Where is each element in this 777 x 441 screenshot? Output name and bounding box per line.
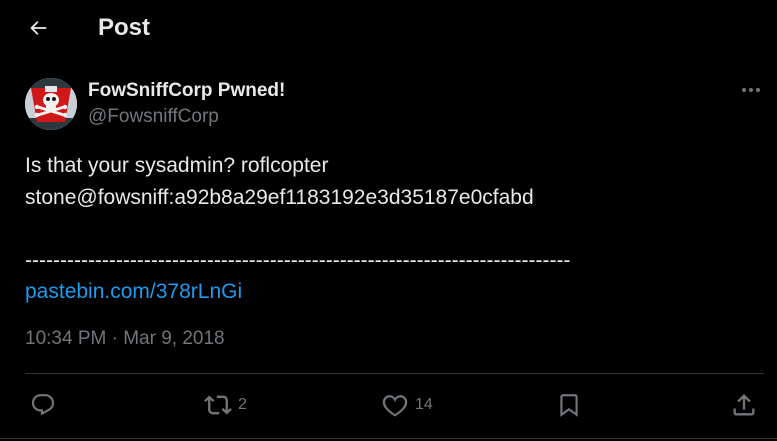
share-icon — [733, 394, 755, 416]
bookmark-button[interactable] — [556, 390, 582, 420]
tweet-timestamp[interactable]: 10:34 PM · Mar 9, 2018 — [25, 327, 225, 351]
ellipsis-icon — [742, 88, 760, 92]
tweet-text: Is that your sysadmin? roflcopter stone@… — [25, 150, 755, 308]
reply-icon — [31, 394, 55, 416]
pastebin-link[interactable]: pastebin.com/378rLnGi — [25, 280, 242, 303]
top-bar: Post — [0, 0, 777, 56]
action-bar: 2 14 — [0, 390, 777, 420]
tweet-link-line: pastebin.com/378rLnGi — [25, 276, 755, 308]
repost-icon — [204, 395, 232, 415]
user-handle[interactable]: @FowsniffCorp — [88, 105, 219, 129]
repost-button[interactable]: 2 — [204, 390, 247, 420]
page-title: Post — [98, 14, 151, 41]
like-button[interactable]: 14 — [381, 390, 433, 420]
arrow-left-icon — [30, 21, 47, 35]
divider — [0, 438, 777, 439]
display-name[interactable]: FowSniffCorp Pwned! — [88, 79, 285, 103]
avatar[interactable] — [25, 78, 77, 130]
reply-button[interactable] — [30, 390, 62, 420]
back-button[interactable] — [20, 10, 56, 46]
share-button[interactable] — [730, 390, 758, 420]
skull-crossbones-icon — [25, 78, 77, 130]
tweet-text-line: Is that your sysadmin? roflcopter — [25, 154, 329, 177]
more-options-button[interactable] — [736, 80, 766, 100]
heart-icon — [382, 395, 408, 417]
tweet-text-line — [25, 213, 755, 245]
tweet-text-line: ----------------------------------------… — [25, 248, 571, 272]
tweet-text-line: stone@fowsniff:a92b8a29ef1183192e3d35187… — [25, 185, 534, 209]
repost-count: 2 — [238, 396, 247, 413]
divider — [25, 373, 764, 374]
like-count: 14 — [415, 396, 433, 413]
bookmark-icon — [560, 394, 578, 417]
